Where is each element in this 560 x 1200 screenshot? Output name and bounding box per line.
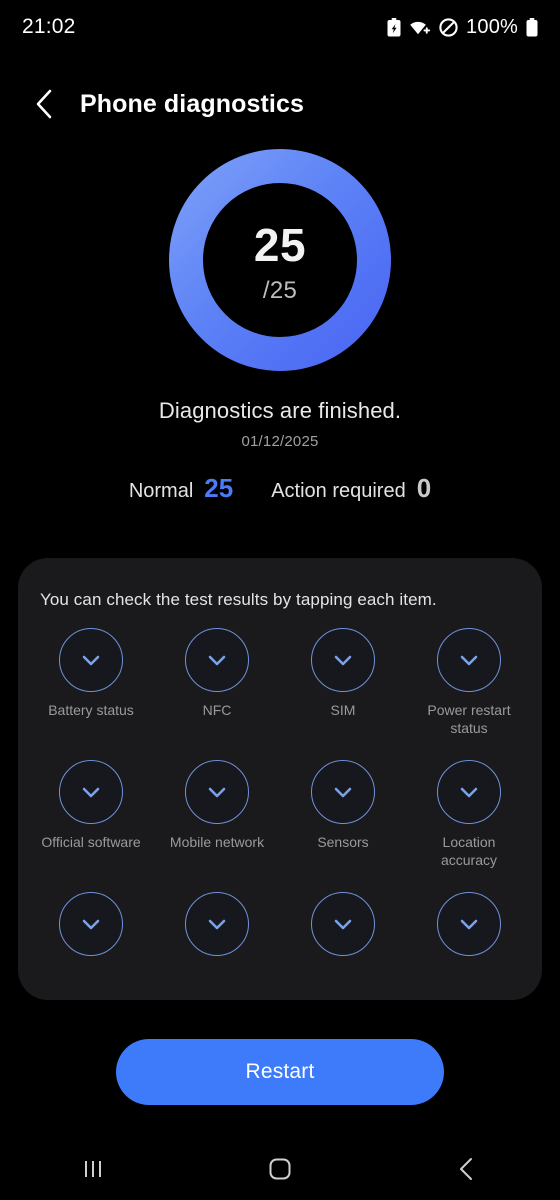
test-items-grid: Battery status NFC SIM Power restart status… xyxy=(18,628,542,966)
status-bar: 21:02 100% xyxy=(0,0,560,54)
check-icon xyxy=(437,759,501,824)
check-icon xyxy=(437,628,501,692)
check-icon xyxy=(59,891,123,956)
restart-button[interactable]: Restart xyxy=(116,1039,444,1105)
test-item[interactable]: Official software xyxy=(28,759,154,870)
check-icon xyxy=(437,891,501,956)
summary-date: 01/12/2025 xyxy=(241,433,319,450)
summary-block: Diagnostics are finished. 01/12/2025 xyxy=(0,398,560,450)
gauge-total: /25 xyxy=(262,276,298,304)
action-required-value: 0 xyxy=(416,473,432,503)
card-hint-text: You can check the test results by tappin… xyxy=(40,590,437,609)
test-results-card: You can check the test results by tappin… xyxy=(18,558,542,1000)
test-item[interactable]: Sensors xyxy=(280,759,406,870)
test-item-label: Official software xyxy=(41,833,141,850)
test-item[interactable]: Mobile network xyxy=(154,759,280,870)
page-title: Phone diagnostics xyxy=(80,89,304,118)
test-item[interactable]: SIM xyxy=(280,628,406,738)
check-icon xyxy=(311,891,375,956)
test-item[interactable]: NFC xyxy=(154,628,280,738)
test-item[interactable] xyxy=(406,891,532,966)
phone-screen: 21:02 100% Phone diagnostics 25 /25 Diag… xyxy=(0,0,560,1200)
action-required-count-group: Action required 0 xyxy=(271,473,431,504)
check-icon xyxy=(59,628,123,692)
android-nav-bar xyxy=(0,1138,560,1200)
test-item[interactable] xyxy=(280,891,406,966)
check-icon xyxy=(311,759,375,824)
battery-percent-label: 100% xyxy=(466,15,518,38)
wifi-icon xyxy=(409,18,431,36)
chevron-left-icon[interactable] xyxy=(30,89,58,119)
recents-icon[interactable] xyxy=(0,1138,187,1200)
test-item[interactable]: Battery status xyxy=(28,628,154,738)
battery-saver-icon xyxy=(387,17,401,37)
check-icon xyxy=(59,759,123,824)
test-item-label: NFC xyxy=(202,702,232,718)
diagnostics-gauge: 25 /25 xyxy=(0,149,560,371)
test-item-label: Sensors xyxy=(317,833,369,850)
action-required-label: Action required xyxy=(271,480,406,502)
home-icon[interactable] xyxy=(187,1138,374,1200)
back-icon[interactable] xyxy=(373,1138,560,1200)
test-item[interactable]: Location accuracy xyxy=(406,759,532,870)
test-item-label: Mobile network xyxy=(169,833,265,850)
battery-icon xyxy=(526,17,538,37)
results-count-row: Normal 25 Action required 0 xyxy=(0,473,560,504)
normal-value: 25 xyxy=(204,473,234,503)
test-item-label: SIM xyxy=(330,702,356,718)
check-icon xyxy=(185,891,249,956)
check-icon xyxy=(185,759,249,824)
page-header: Phone diagnostics xyxy=(0,76,560,132)
test-item[interactable]: Power restart status xyxy=(406,628,532,738)
test-item-label: Power restart status xyxy=(427,702,511,736)
check-icon xyxy=(185,628,249,692)
normal-label: Normal xyxy=(128,480,194,502)
status-icon-group: 100% xyxy=(387,16,538,39)
test-item[interactable] xyxy=(28,891,154,966)
normal-count-group: Normal 25 xyxy=(129,473,233,504)
summary-status-text: Diagnostics are finished. xyxy=(158,398,402,423)
gauge-center-text: 25 /25 xyxy=(169,149,391,371)
test-item-label: Battery status xyxy=(48,702,134,718)
test-item[interactable] xyxy=(154,891,280,966)
test-item-label: Location accuracy xyxy=(440,833,498,868)
check-icon xyxy=(311,628,375,692)
gauge-score: 25 xyxy=(253,218,307,271)
do-not-disturb-icon xyxy=(439,17,458,37)
status-time: 21:02 xyxy=(22,15,76,38)
